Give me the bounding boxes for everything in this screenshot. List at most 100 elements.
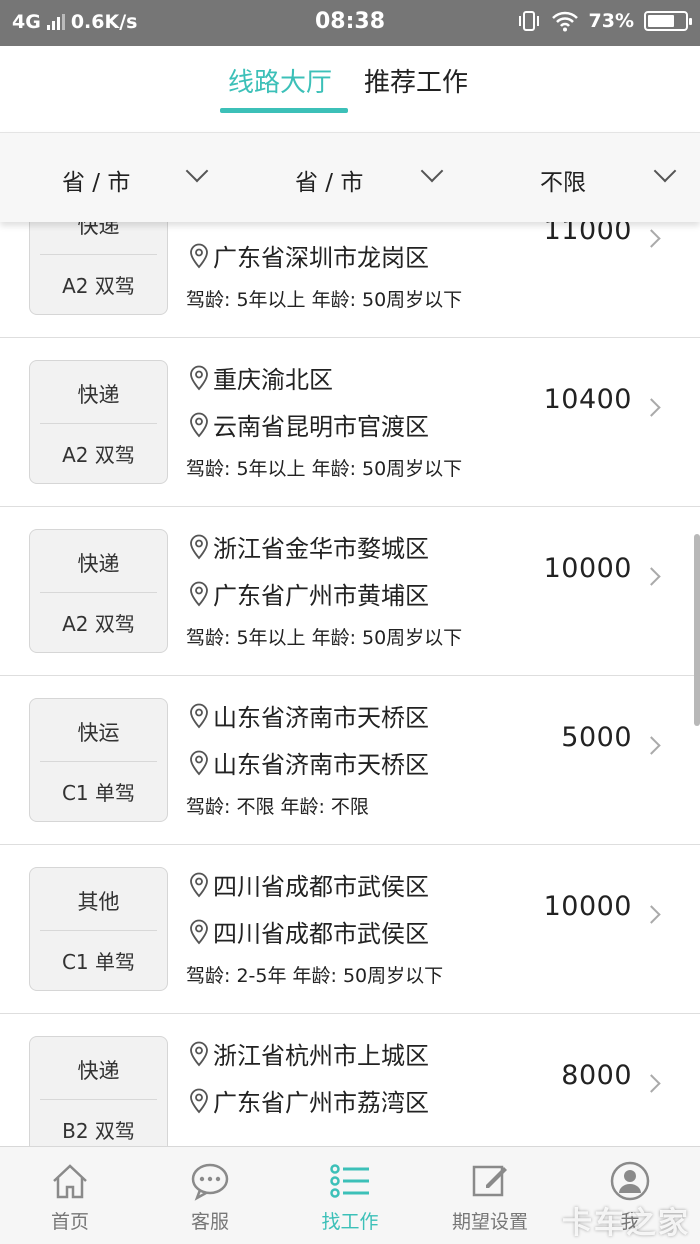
job-salary: 10000 (543, 891, 632, 922)
chevron-down-icon (653, 159, 677, 183)
job-requirements: 驾龄: 5年以上 年龄: 50周岁以下 (186, 289, 463, 311)
job-list[interactable]: 快递 A2 双驾 重庆渝北区 广东省深圳市龙岗区 驾龄: 5年以上 年龄: 50… (0, 222, 700, 1146)
job-requirements: 驾龄: 5年以上 年龄: 50周岁以下 (186, 458, 463, 480)
job-salary: 8000 (561, 1060, 632, 1091)
chat-icon (191, 1163, 229, 1201)
tag-divider (40, 1099, 157, 1100)
chevron-right-icon (642, 229, 661, 248)
job-tag-box: 快递 A2 双驾 (29, 222, 168, 315)
job-destination: 山东省济南市天桥区 (188, 745, 429, 780)
job-license: C1 单驾 (61, 781, 136, 805)
job-destination: 四川省成都市武侯区 (188, 914, 429, 949)
battery-percent: 73% (588, 10, 634, 32)
job-salary: 5000 (561, 722, 632, 753)
job-destination-text: 广东省广州市黄埔区 (213, 582, 429, 610)
top-tab-bar: 线路大厅 推荐工作 (0, 46, 700, 132)
job-origin-text: 四川省成都市武侯区 (213, 873, 429, 901)
job-license: A2 双驾 (62, 443, 135, 467)
job-origin: 四川省成都市武侯区 (188, 867, 429, 902)
location-pin-icon (190, 703, 208, 728)
job-tag-box: 快递 A2 双驾 (29, 360, 168, 484)
job-category: 快递 (77, 552, 120, 576)
job-list-inner: 快递 A2 双驾 重庆渝北区 广东省深圳市龙岗区 驾龄: 5年以上 年龄: 50… (0, 222, 700, 1146)
job-salary: 10000 (543, 553, 632, 584)
tab-route-hall[interactable]: 线路大厅 (228, 62, 332, 99)
job-origin: 浙江省金华市婺城区 (188, 529, 429, 564)
location-pin-icon (190, 412, 208, 437)
status-right: 73% (517, 10, 692, 32)
filter-origin[interactable]: 省 / 市 (0, 133, 233, 223)
job-tag-box: 快运 C1 单驾 (29, 698, 168, 822)
job-origin: 山东省济南市天桥区 (188, 698, 429, 733)
job-row[interactable]: 快递 A2 双驾 浙江省金华市婺城区 广东省广州市黄埔区 驾龄: 5年以上 年龄… (0, 507, 700, 676)
location-pin-icon (190, 1041, 208, 1066)
nav-expectation[interactable]: 期望设置 (420, 1147, 560, 1244)
job-row[interactable]: 快递 A2 双驾 重庆渝北区 广东省深圳市龙岗区 驾龄: 5年以上 年龄: 50… (0, 222, 700, 338)
job-license: A2 双驾 (62, 612, 135, 636)
location-pin-icon (190, 243, 208, 268)
tag-divider (40, 423, 157, 424)
job-tag-box: 快递 B2 双驾 (29, 1036, 168, 1146)
job-requirements: 驾龄: 不限 年龄: 不限 (186, 796, 369, 818)
nav-home-label: 首页 (50, 1211, 89, 1233)
job-origin-text: 浙江省金华市婺城区 (213, 535, 429, 563)
filter-license-label: 不限 (540, 170, 586, 196)
job-tag-box: 其他 C1 单驾 (29, 867, 168, 991)
job-destination-text: 山东省济南市天桥区 (213, 751, 429, 779)
job-category: 快递 (77, 383, 120, 407)
job-category: 快递 (77, 1059, 120, 1083)
location-pin-icon (190, 919, 208, 944)
job-destination-text: 广东省广州市荔湾区 (213, 1089, 429, 1117)
job-row[interactable]: 快递 B2 双驾 浙江省杭州市上城区 广东省广州市荔湾区 8000 (0, 1014, 700, 1146)
job-row[interactable]: 快运 C1 单驾 山东省济南市天桥区 山东省济南市天桥区 驾龄: 不限 年龄: … (0, 676, 700, 845)
tag-divider (40, 592, 157, 593)
location-pin-icon (190, 365, 208, 390)
job-salary: 11000 (543, 222, 632, 246)
job-destination-text: 四川省成都市武侯区 (213, 920, 429, 948)
job-category: 快递 (77, 222, 120, 238)
tag-divider (40, 254, 157, 255)
active-tab-indicator (220, 108, 348, 113)
tab-recommended-jobs[interactable]: 推荐工作 (364, 62, 468, 99)
job-license: A2 双驾 (62, 274, 135, 298)
nav-service-label: 客服 (190, 1211, 229, 1233)
nav-find-job[interactable]: 找工作 (280, 1147, 420, 1244)
list-icon (330, 1164, 369, 1198)
nav-expectation-label: 期望设置 (451, 1211, 528, 1233)
job-license: B2 双驾 (62, 1119, 135, 1143)
scrollbar[interactable] (694, 534, 700, 726)
job-row[interactable]: 其他 C1 单驾 四川省成都市武侯区 四川省成都市武侯区 驾龄: 2-5年 年龄… (0, 845, 700, 1014)
job-destination: 广东省广州市黄埔区 (188, 576, 429, 611)
job-origin-text: 山东省济南市天桥区 (213, 704, 429, 732)
edit-icon (472, 1165, 507, 1197)
job-destination-text: 云南省昆明市官渡区 (213, 413, 429, 441)
nav-find-job-label: 找工作 (321, 1211, 379, 1233)
job-origin: 重庆渝北区 (188, 360, 333, 395)
job-requirements: 驾龄: 2-5年 年龄: 50周岁以下 (186, 965, 444, 987)
tag-divider (40, 930, 157, 931)
job-license: C1 单驾 (61, 950, 136, 974)
nav-service[interactable]: 客服 (140, 1147, 280, 1244)
nav-home[interactable]: 首页 (0, 1147, 140, 1244)
tag-divider (40, 761, 157, 762)
location-pin-icon (190, 534, 208, 559)
location-pin-icon (190, 750, 208, 775)
filter-license[interactable]: 不限 (466, 133, 700, 223)
vibrate-icon (518, 11, 539, 31)
filter-origin-label: 省 / 市 (62, 170, 131, 196)
job-origin-text: 重庆渝北区 (213, 366, 333, 394)
user-icon (610, 1161, 650, 1201)
job-destination: 广东省深圳市龙岗区 (188, 238, 429, 273)
chevron-down-icon (420, 159, 444, 183)
wifi-icon (551, 11, 578, 32)
job-row[interactable]: 快递 A2 双驾 重庆渝北区 云南省昆明市官渡区 驾龄: 5年以上 年龄: 50… (0, 338, 700, 507)
location-pin-icon (190, 581, 208, 606)
job-origin: 浙江省杭州市上城区 (188, 1036, 429, 1071)
job-destination: 云南省昆明市官渡区 (188, 407, 429, 442)
chevron-right-icon (642, 1074, 661, 1093)
chevron-right-icon (642, 567, 661, 586)
home-icon (53, 1164, 87, 1199)
filter-destination[interactable]: 省 / 市 (233, 133, 466, 223)
battery-icon (644, 11, 692, 31)
location-pin-icon (190, 872, 208, 897)
